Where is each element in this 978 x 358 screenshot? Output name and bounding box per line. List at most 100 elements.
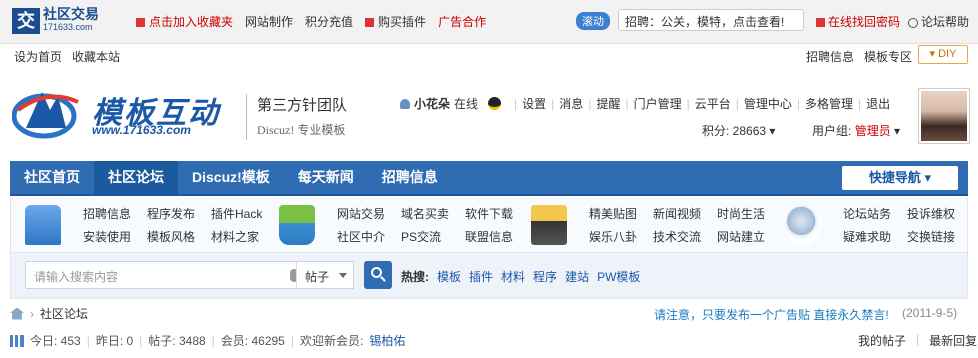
- username-link[interactable]: 小花朵: [414, 95, 450, 112]
- category-link[interactable]: 软件下载: [465, 205, 529, 222]
- user-nav: 小花朵 在线 | 设置 | 消息 | 提醒 | 门户管理 | 云平台 | 管理中…: [400, 95, 890, 112]
- category-link[interactable]: 论坛站务: [843, 205, 907, 222]
- help-icon: [908, 17, 919, 28]
- group-value: 管理员: [854, 124, 891, 138]
- cloud-platform-link[interactable]: 云平台: [695, 95, 731, 112]
- nav-home[interactable]: 社区首页: [10, 161, 94, 194]
- gift-icon: [365, 18, 375, 28]
- category-link[interactable]: 交换链接: [907, 228, 971, 245]
- nav-discuz-templates[interactable]: Discuz!模板: [178, 161, 284, 194]
- admin-center-link[interactable]: 管理中心: [744, 95, 792, 112]
- nav-forum[interactable]: 社区论坛: [94, 161, 178, 194]
- category-link[interactable]: 时尚生活: [717, 205, 781, 222]
- category-group: 精美贴图 新闻视频 时尚生活 娱乐八卦 技术交流 网站建立: [531, 203, 771, 247]
- avatar[interactable]: [918, 88, 970, 144]
- category-panel: 招聘信息 程序发布 插件Hack 安装使用 模板风格 材料之家 网站交易 域名买…: [10, 197, 968, 253]
- top-right-links: 在线找回密码 论坛帮助: [816, 13, 969, 30]
- category-link[interactable]: 模板风格: [147, 228, 211, 245]
- my-posts-link[interactable]: 我的帖子: [858, 332, 906, 349]
- hot-keyword[interactable]: 建站: [565, 268, 589, 285]
- home-icon[interactable]: [10, 307, 24, 320]
- user-icon: [400, 98, 410, 109]
- online-status[interactable]: 在线: [454, 95, 478, 112]
- ad-cooperation-link[interactable]: 广告合作: [438, 13, 486, 30]
- category-link[interactable]: 社区中介: [337, 228, 401, 245]
- logout-link[interactable]: 退出: [866, 95, 890, 112]
- logo-mark-icon: [12, 92, 79, 139]
- forum-notice[interactable]: 请注意，只要发布一个广告贴 直接永久禁言!: [654, 306, 889, 323]
- category-link[interactable]: 联盟信息: [465, 228, 529, 245]
- hot-keyword[interactable]: PW模板: [597, 268, 640, 285]
- set-homepage-link[interactable]: 设为首页: [14, 48, 62, 65]
- search-scope-select[interactable]: 帖子: [296, 261, 354, 289]
- points-display[interactable]: 积分: 28663 ▾: [702, 122, 775, 139]
- hot-keyword[interactable]: 插件: [469, 268, 493, 285]
- messages-link[interactable]: 消息: [559, 95, 583, 112]
- magnifier-icon: [785, 205, 821, 245]
- add-favorite-link[interactable]: 点击加入收藏夹: [136, 13, 233, 30]
- search-button[interactable]: [364, 261, 392, 289]
- category-link[interactable]: 域名买卖: [401, 205, 465, 222]
- search-bar: 请输入搜索内容 帖子 热搜: 模板 插件 材料 程序 建站 PW模板: [10, 253, 968, 299]
- search-input[interactable]: 请输入搜索内容: [25, 261, 307, 289]
- slogan-line-1: 第三方针团队: [257, 98, 348, 114]
- recover-password-link[interactable]: 在线找回密码: [816, 13, 900, 30]
- breadcrumb: › 社区论坛: [10, 305, 88, 322]
- diy-button[interactable]: ▾ DIY: [918, 45, 968, 64]
- key-icon: [816, 18, 825, 28]
- settings-link[interactable]: 设置: [522, 95, 546, 112]
- hot-keyword[interactable]: 程序: [533, 268, 557, 285]
- points-caret-icon: ▾: [769, 124, 776, 138]
- nav-jobs[interactable]: 招聘信息: [368, 161, 452, 194]
- new-member-link[interactable]: 锡柏佑: [369, 332, 405, 349]
- category-link[interactable]: 插件Hack: [211, 205, 275, 222]
- hot-keyword[interactable]: 材料: [501, 268, 525, 285]
- reminders-link[interactable]: 提醒: [596, 95, 620, 112]
- scroll-badge: 滚动: [576, 12, 610, 30]
- logo-url: www.171633.com: [92, 123, 191, 137]
- category-link[interactable]: 安装使用: [83, 228, 147, 245]
- category-link[interactable]: 技术交流: [653, 228, 717, 245]
- points-recharge-link[interactable]: 积分充值: [305, 13, 353, 30]
- templates-zone-link[interactable]: 模板专区: [864, 48, 912, 65]
- category-link[interactable]: 投诉维权: [907, 205, 971, 222]
- forum-stats: 今日: 453 | 昨日: 0 | 帖子: 3488 | 会员: 46295 |…: [10, 332, 405, 349]
- slogan: 第三方针团队 Discuz! 专业模板: [246, 94, 347, 140]
- slogan-line-2: Discuz! 专业模板: [257, 123, 346, 137]
- bookmark-site-link[interactable]: 收藏本站: [72, 48, 120, 65]
- top-toolbar: 交 社区交易 171633.com 点击加入收藏夹 网站制作 积分充值 购买插件…: [0, 0, 978, 44]
- notice-date: (2011-9-5): [902, 306, 958, 320]
- scroll-announcement[interactable]: 招聘：公关，模特，点击查看!: [618, 9, 804, 31]
- category-link[interactable]: 网站建立: [717, 228, 781, 245]
- category-link[interactable]: 疑难求助: [843, 228, 907, 245]
- multi-admin-link[interactable]: 多格管理: [805, 95, 853, 112]
- chevron-right-icon: ›: [30, 306, 34, 321]
- category-link[interactable]: 娱乐八卦: [589, 228, 653, 245]
- jobs-link[interactable]: 招聘信息: [806, 48, 854, 65]
- website-build-link[interactable]: 网站制作: [245, 13, 293, 30]
- category-link[interactable]: PS交流: [401, 228, 465, 245]
- brand-subtitle: 171633.com: [43, 22, 93, 32]
- buy-plugin-link[interactable]: 购买插件: [365, 13, 426, 30]
- site-logo[interactable]: 模板互动 www.171633.com: [12, 82, 242, 142]
- stats-links: 我的帖子 | 最新回复: [858, 332, 978, 349]
- hot-keyword[interactable]: 模板: [437, 268, 461, 285]
- nav-daily-news[interactable]: 每天新闻: [284, 161, 368, 194]
- category-link[interactable]: 精美贴图: [589, 205, 653, 222]
- latest-replies-link[interactable]: 最新回复: [929, 332, 977, 349]
- top-links: 点击加入收藏夹 网站制作 积分充值 购买插件 广告合作: [136, 13, 486, 30]
- qq-icon[interactable]: [488, 97, 502, 110]
- category-link[interactable]: 新闻视频: [653, 205, 717, 222]
- category-link[interactable]: 程序发布: [147, 205, 211, 222]
- diy-caret-icon: ▾: [929, 48, 939, 60]
- portal-admin-link[interactable]: 门户管理: [634, 95, 682, 112]
- category-link[interactable]: 招聘信息: [83, 205, 147, 222]
- category-link[interactable]: 材料之家: [211, 228, 275, 245]
- hot-searches: 热搜: 模板 插件 材料 程序 建站 PW模板: [401, 268, 640, 285]
- brand-logo[interactable]: 交 社区交易 171633.com: [12, 7, 99, 34]
- user-group[interactable]: 用户组: 管理员 ▾: [812, 122, 900, 139]
- breadcrumb-current[interactable]: 社区论坛: [40, 305, 88, 322]
- quick-nav-button[interactable]: 快捷导航 ▾: [842, 166, 958, 190]
- forum-help-link[interactable]: 论坛帮助: [908, 13, 969, 30]
- category-link[interactable]: 网站交易: [337, 205, 401, 222]
